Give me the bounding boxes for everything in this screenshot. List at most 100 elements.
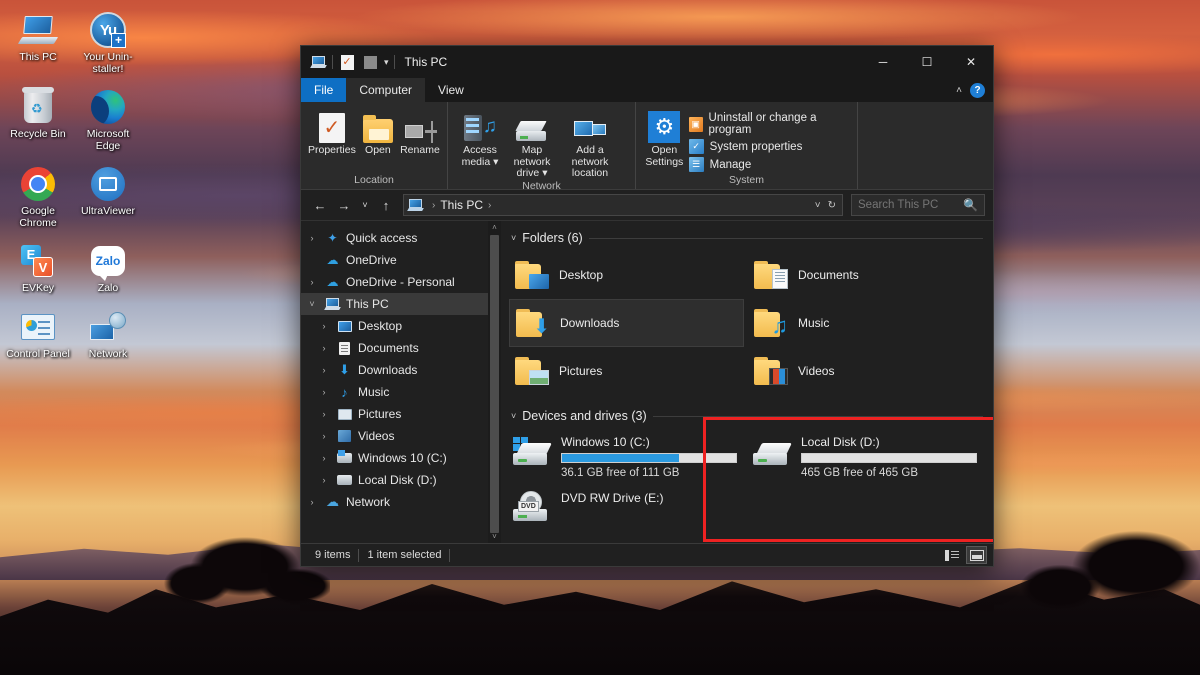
breadcrumb-item-this-pc[interactable]: This PC [440, 198, 483, 212]
recent-locations-button[interactable]: ˅ [357, 194, 373, 216]
forward-button[interactable]: → [333, 194, 355, 216]
desktop-icon-your-uninstaller[interactable]: Yu+ Your Unin-staller! [74, 6, 142, 75]
tab-file[interactable]: File [301, 78, 346, 102]
search-input[interactable] [858, 199, 963, 211]
folder-tile-desktop[interactable]: Desktop [509, 251, 744, 299]
folders-section-header[interactable]: ˅ Folders (6) [509, 229, 993, 247]
sidebar-item-documents[interactable]: › Documents [301, 337, 501, 359]
control-panel-icon [18, 307, 58, 347]
new-folder-icon[interactable] [361, 53, 379, 71]
minimize-button[interactable]: ─ [861, 46, 905, 78]
expander-icon[interactable]: › [317, 387, 331, 397]
desktop-icon-microsoft-edge[interactable]: Microsoft Edge [74, 83, 142, 152]
folder-tile-pictures[interactable]: Pictures [509, 347, 744, 395]
navigation-pane-scrollbar[interactable]: ˄ ˅ [488, 221, 501, 543]
sidebar-item-pictures[interactable]: › Pictures [301, 403, 501, 425]
open-button[interactable]: Open [357, 106, 399, 174]
properties-button[interactable]: Properties [307, 106, 357, 174]
status-bar: 9 items 1 item selected [301, 543, 993, 566]
sidebar-item-downloads[interactable]: › ⬇ Downloads [301, 359, 501, 381]
desktop-icon-recycle-bin[interactable]: ♻ Recycle Bin [4, 83, 72, 152]
expander-icon[interactable]: › [305, 497, 319, 507]
chevron-down-icon[interactable]: ▾ [384, 57, 389, 68]
back-button[interactable]: ← [309, 194, 331, 216]
maximize-button[interactable]: ☐ [905, 46, 949, 78]
expander-icon[interactable]: › [317, 475, 331, 485]
expander-icon[interactable]: › [305, 277, 319, 287]
folder-tile-videos[interactable]: Videos [748, 347, 983, 395]
help-icon[interactable]: ? [970, 83, 985, 98]
details-view-button[interactable] [941, 546, 962, 564]
expander-icon[interactable]: › [317, 431, 331, 441]
desktop-icon-zalo[interactable]: Zalo Zalo [74, 237, 142, 295]
desktop-icon-control-panel[interactable]: Control Panel [4, 303, 72, 361]
map-network-drive-button[interactable]: Map network drive ▾ [506, 106, 558, 180]
expander-icon[interactable]: › [317, 365, 331, 375]
system-properties-button[interactable]: ✓ System properties [689, 139, 851, 154]
sidebar-item-this-pc[interactable]: ˅ This PC [301, 293, 501, 315]
this-pc-icon [18, 10, 58, 50]
breadcrumb-separator: › [427, 200, 440, 211]
close-button[interactable]: ✕ [949, 46, 993, 78]
drive-tile-dvd-rw-e[interactable]: DVD DVD RW Drive (E:) [509, 485, 741, 539]
large-icons-view-button[interactable] [966, 546, 987, 564]
drive-tile-windows-10-c[interactable]: Windows 10 (C:) 36.1 GB free of 111 GB [509, 429, 741, 483]
sidebar-item-desktop[interactable]: › Desktop [301, 315, 501, 337]
scroll-down-icon[interactable]: ˅ [488, 530, 501, 543]
sidebar-item-network[interactable]: › ☁ Network [301, 491, 501, 513]
expander-icon[interactable]: › [317, 409, 331, 419]
desktop-icon-this-pc[interactable]: This PC [4, 6, 72, 75]
search-icon[interactable]: 🔍 [963, 198, 978, 212]
microsoft-edge-icon [88, 87, 128, 127]
chevron-down-icon[interactable]: ˅ [511, 411, 516, 421]
folder-tile-music[interactable]: ♫ Music [748, 299, 983, 347]
this-pc-icon[interactable] [309, 53, 327, 71]
drive-icon [753, 437, 791, 467]
sidebar-item-music[interactable]: › ♪ Music [301, 381, 501, 403]
breadcrumb[interactable]: › This PC › ˅ ↻ [403, 194, 843, 216]
devices-section-header[interactable]: ˅ Devices and drives (3) [509, 407, 993, 425]
desktop-icon-ultraviewer[interactable]: UltraViewer [74, 160, 142, 229]
expander-icon[interactable]: › [317, 343, 331, 353]
scroll-up-icon[interactable]: ˄ [488, 221, 501, 234]
tab-computer[interactable]: Computer [346, 78, 425, 102]
chevron-down-icon[interactable]: ˅ [511, 233, 516, 243]
desktop-icon-google-chrome[interactable]: Google Chrome [4, 160, 72, 229]
drive-label: Windows 10 (C:) [561, 435, 737, 449]
chevron-down-icon[interactable]: ˅ [815, 200, 821, 211]
sidebar-item-local-disk-d[interactable]: › Local Disk (D:) [301, 469, 501, 491]
sidebar-item-videos[interactable]: › Videos [301, 425, 501, 447]
button-label: Open Settings [643, 145, 686, 168]
sidebar-item-windows-10-c[interactable]: › Windows 10 (C:) [301, 447, 501, 469]
expander-icon[interactable]: › [317, 453, 331, 463]
chevron-up-icon[interactable]: ˄ [956, 85, 962, 96]
title-bar[interactable]: ▾ This PC ─ ☐ ✕ [301, 46, 993, 78]
desktop-icon-evkey[interactable]: EV EVKey [4, 237, 72, 295]
folder-downloads-icon: ⬇ [516, 309, 550, 337]
expander-icon[interactable]: › [317, 321, 331, 331]
scrollbar-thumb[interactable] [490, 235, 499, 533]
manage-button[interactable]: ☰ Manage [689, 157, 851, 172]
sidebar-item-quick-access[interactable]: › ✦ Quick access [301, 227, 501, 249]
tab-view[interactable]: View [425, 78, 477, 102]
expander-icon[interactable]: ˅ [305, 299, 319, 309]
settings-gear-icon: ⚙ [648, 109, 680, 143]
rename-button[interactable]: Rename [399, 106, 441, 174]
search-box[interactable]: 🔍 [851, 194, 985, 216]
drive-tile-local-disk-d[interactable]: Local Disk (D:) 465 GB free of 465 GB [749, 429, 981, 483]
open-settings-button[interactable]: ⚙ Open Settings [642, 106, 687, 174]
properties-icon[interactable] [338, 53, 356, 71]
folder-label: Documents [798, 268, 859, 282]
folder-tile-downloads[interactable]: ⬇ Downloads [509, 299, 744, 347]
sidebar-item-onedrive[interactable]: ☁ OneDrive [301, 249, 501, 271]
access-media-button[interactable]: ♫ Access media ▾ [454, 106, 506, 180]
up-button[interactable]: ↑ [375, 194, 397, 216]
folder-tile-documents[interactable]: Documents [748, 251, 983, 299]
desktop-icon-network[interactable]: Network [74, 303, 142, 361]
add-network-location-button[interactable]: Add a network location [558, 106, 622, 180]
expander-icon[interactable]: › [305, 233, 319, 243]
desktop: This PC Yu+ Your Unin-staller! ♻ Recycle… [0, 0, 1200, 675]
refresh-icon[interactable]: ↻ [828, 200, 836, 211]
sidebar-item-onedrive-personal[interactable]: › ☁ OneDrive - Personal [301, 271, 501, 293]
uninstall-program-button[interactable]: ▣ Uninstall or change a program [689, 112, 851, 136]
